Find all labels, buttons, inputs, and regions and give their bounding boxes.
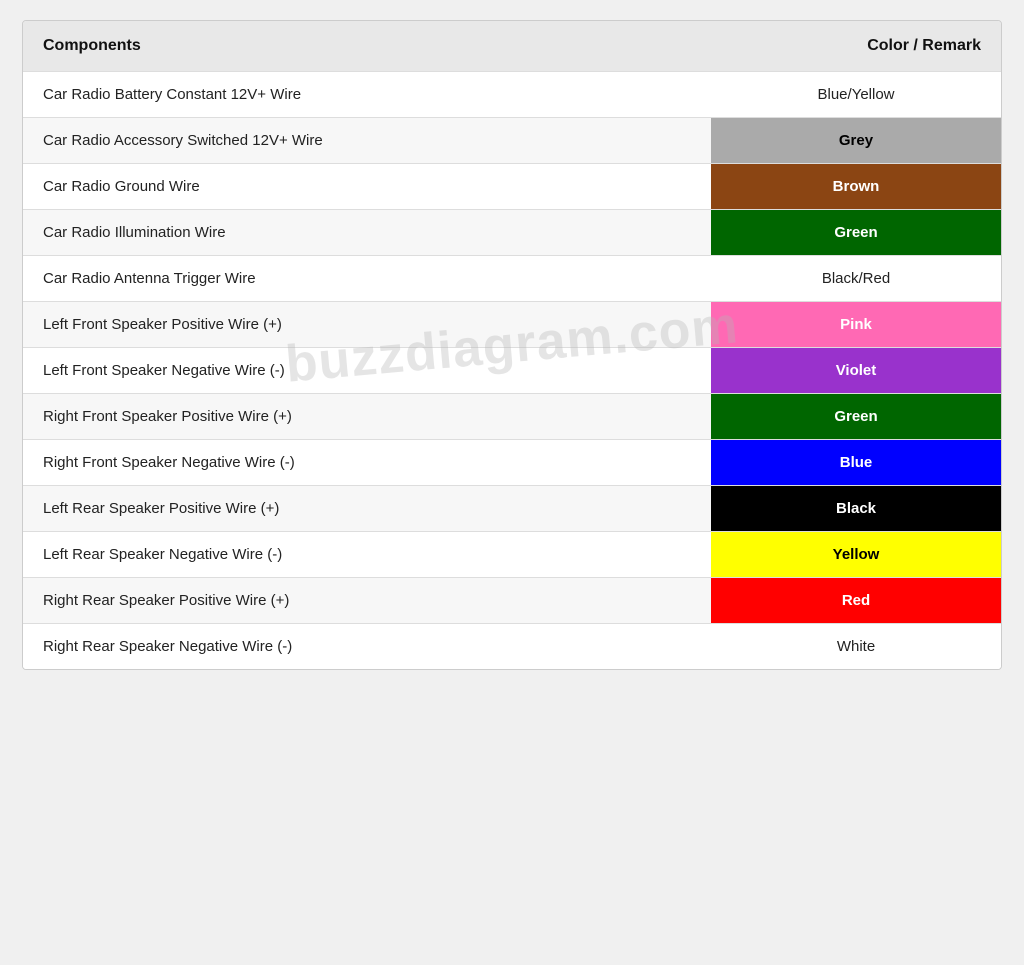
color-cell: Pink (659, 302, 1001, 348)
components-header: Components (23, 21, 659, 72)
color-cell: Black/Red (659, 256, 1001, 302)
color-cell: Green (659, 210, 1001, 256)
color-cell: Black (659, 486, 1001, 532)
table-row: Right Front Speaker Negative Wire (-)Blu… (23, 440, 1001, 486)
wiring-table-container: buzzdiagram.com Components Color / Remar… (22, 20, 1002, 670)
component-cell: Right Rear Speaker Negative Wire (-) (23, 624, 659, 670)
table-row: Right Rear Speaker Negative Wire (-)Whit… (23, 624, 1001, 670)
component-cell: Right Rear Speaker Positive Wire (+) (23, 578, 659, 624)
table-row: Left Front Speaker Positive Wire (+)Pink (23, 302, 1001, 348)
wiring-table: Components Color / Remark Car Radio Batt… (23, 21, 1001, 669)
component-cell: Left Front Speaker Positive Wire (+) (23, 302, 659, 348)
table-row: Left Rear Speaker Negative Wire (-)Yello… (23, 532, 1001, 578)
table-row: Car Radio Battery Constant 12V+ WireBlue… (23, 72, 1001, 118)
component-cell: Car Radio Ground Wire (23, 164, 659, 210)
color-cell: White (659, 624, 1001, 670)
color-cell: Brown (659, 164, 1001, 210)
component-cell: Right Front Speaker Positive Wire (+) (23, 394, 659, 440)
component-cell: Car Radio Battery Constant 12V+ Wire (23, 72, 659, 118)
component-cell: Car Radio Accessory Switched 12V+ Wire (23, 118, 659, 164)
table-row: Car Radio Illumination WireGreen (23, 210, 1001, 256)
color-cell: Blue (659, 440, 1001, 486)
color-cell: Red (659, 578, 1001, 624)
table-row: Right Rear Speaker Positive Wire (+)Red (23, 578, 1001, 624)
table-row: Right Front Speaker Positive Wire (+)Gre… (23, 394, 1001, 440)
component-cell: Left Rear Speaker Positive Wire (+) (23, 486, 659, 532)
table-row: Car Radio Accessory Switched 12V+ WireGr… (23, 118, 1001, 164)
component-cell: Left Rear Speaker Negative Wire (-) (23, 532, 659, 578)
component-cell: Car Radio Antenna Trigger Wire (23, 256, 659, 302)
color-remark-header: Color / Remark (659, 21, 1001, 72)
table-body: Car Radio Battery Constant 12V+ WireBlue… (23, 72, 1001, 670)
table-row: Left Front Speaker Negative Wire (-)Viol… (23, 348, 1001, 394)
color-cell: Green (659, 394, 1001, 440)
table-row: Car Radio Ground WireBrown (23, 164, 1001, 210)
component-cell: Right Front Speaker Negative Wire (-) (23, 440, 659, 486)
color-cell: Violet (659, 348, 1001, 394)
table-header-row: Components Color / Remark (23, 21, 1001, 72)
component-cell: Car Radio Illumination Wire (23, 210, 659, 256)
color-cell: Blue/Yellow (659, 72, 1001, 118)
color-cell: Grey (659, 118, 1001, 164)
table-row: Car Radio Antenna Trigger WireBlack/Red (23, 256, 1001, 302)
table-row: Left Rear Speaker Positive Wire (+)Black (23, 486, 1001, 532)
component-cell: Left Front Speaker Negative Wire (-) (23, 348, 659, 394)
color-cell: Yellow (659, 532, 1001, 578)
